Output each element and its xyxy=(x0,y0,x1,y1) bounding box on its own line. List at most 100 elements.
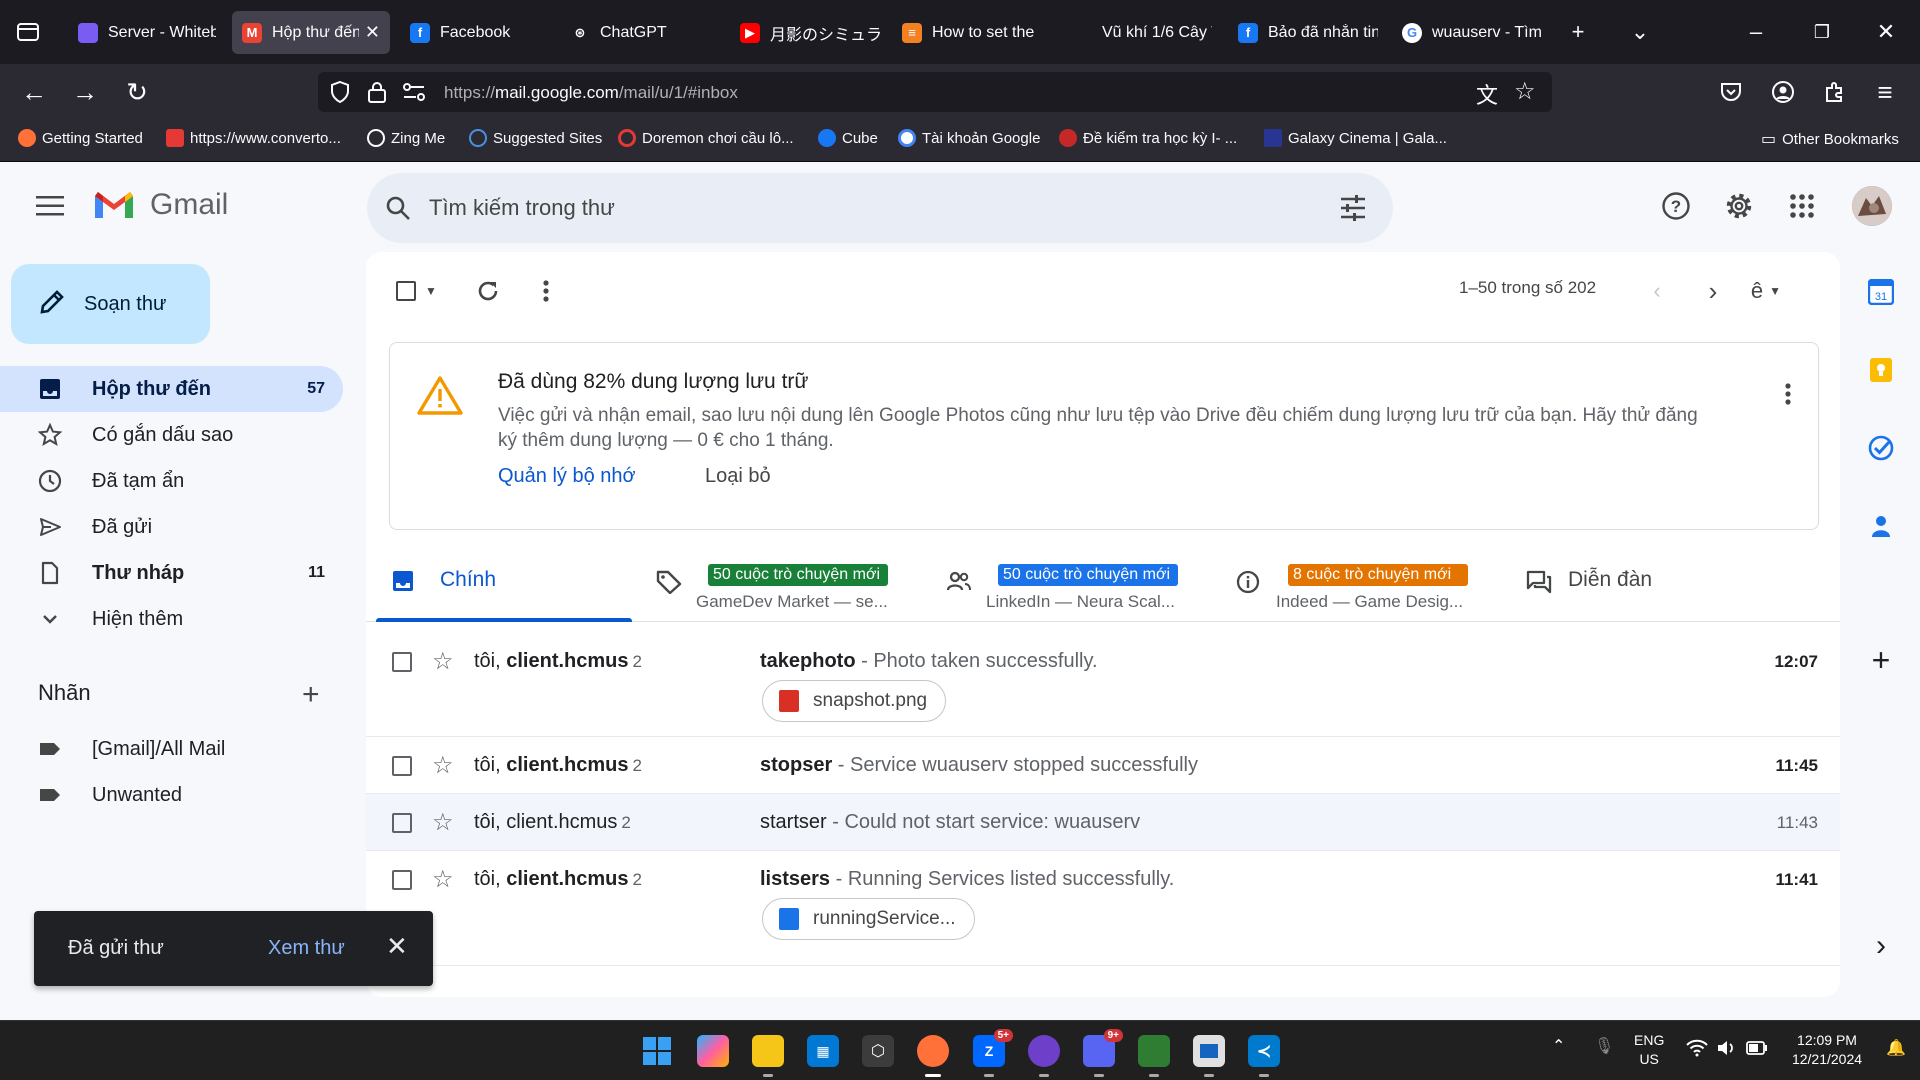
star-icon[interactable]: ☆ xyxy=(432,650,454,674)
nav-more[interactable]: Hiện thêm xyxy=(0,596,343,642)
close-tab-icon[interactable]: ✕ xyxy=(365,22,380,43)
manage-storage-link[interactable]: Quản lý bộ nhớ xyxy=(498,465,636,488)
tab-list-icon[interactable] xyxy=(14,18,42,46)
calendar-icon[interactable]: 31 xyxy=(1867,278,1895,306)
help-icon[interactable]: ? xyxy=(1658,188,1694,224)
back-icon[interactable]: ← xyxy=(18,76,50,108)
search-bar[interactable]: Tìm kiếm trong thư xyxy=(367,173,1393,243)
nav-starred[interactable]: Có gắn dấu sao xyxy=(0,412,343,458)
discord-icon[interactable]: 9+ xyxy=(1083,1029,1123,1077)
main-menu-icon[interactable] xyxy=(36,196,64,216)
store-icon[interactable]: ▦ xyxy=(807,1035,839,1067)
reload-icon[interactable]: ↻ xyxy=(121,76,153,108)
browser-tab[interactable]: f Bảo đã nhắn tin xyxy=(1228,11,1388,54)
notifications-icon[interactable]: 🔔 xyxy=(1886,1039,1906,1058)
bookmark-de-kiem-tra[interactable]: Đề kiểm tra học kỳ I- ... xyxy=(1059,129,1237,147)
browser-tab[interactable]: ≡ How to set the xyxy=(892,11,1052,54)
firefox-icon[interactable] xyxy=(917,1035,949,1077)
file-explorer-icon[interactable] xyxy=(752,1035,784,1077)
account-icon[interactable] xyxy=(1767,76,1799,108)
table-row[interactable]: ☆ tôi, client.hcmus 2 listsers - Running Se… xyxy=(366,851,1840,966)
view-message-button[interactable]: Xem thư xyxy=(268,937,345,960)
copilot-icon[interactable] xyxy=(697,1035,729,1067)
browser-tab[interactable]: M Hộp thư đến ✕ xyxy=(232,11,390,54)
table-row[interactable]: ☆ tôi, client.hcmus 2 stopser - Service wua… xyxy=(366,737,1840,794)
tab-dropdown-icon[interactable]: ⌄ xyxy=(1624,16,1656,48)
dismiss-link[interactable]: Loại bỏ xyxy=(705,465,771,488)
gmail-logo[interactable]: Gmail xyxy=(92,188,228,222)
banner-more-icon[interactable] xyxy=(1785,383,1791,410)
language-indicator[interactable]: ENG US xyxy=(1634,1031,1664,1069)
minimize-icon[interactable]: – xyxy=(1740,16,1772,48)
settings-gear-icon[interactable] xyxy=(1721,188,1757,224)
tab-promotions[interactable]: 50 cuộc trò chuyện mới GameDev Market — … xyxy=(642,542,932,622)
table-row[interactable]: ☆ tôi, client.hcmus 2 startser - Could not … xyxy=(366,794,1840,851)
pocket-icon[interactable] xyxy=(1715,76,1747,108)
prev-page-icon[interactable]: ‹ xyxy=(1642,276,1672,306)
tray-overflow-icon[interactable]: ⌃ xyxy=(1552,1037,1565,1056)
shield-icon[interactable] xyxy=(328,80,352,109)
start-icon[interactable] xyxy=(641,1035,673,1067)
input-tools-icon[interactable]: ê ▼ xyxy=(1738,276,1794,306)
bookmark-zing-me[interactable]: Zing Me xyxy=(367,129,445,147)
attachment-chip[interactable]: snapshot.png xyxy=(762,680,947,722)
star-icon[interactable]: ☆ xyxy=(432,811,454,835)
tab-primary[interactable]: Chính xyxy=(366,542,642,622)
label-unwanted[interactable]: Unwanted xyxy=(0,772,343,818)
nav-snoozed[interactable]: Đã tạm ẩn xyxy=(0,458,343,504)
browser-tab[interactable]: ⊛ ChatGPT xyxy=(560,11,720,54)
table-row[interactable] xyxy=(366,980,1840,997)
bookmark-cube[interactable]: Cube xyxy=(818,129,878,147)
compose-button[interactable]: Soạn thư xyxy=(11,264,210,344)
row-checkbox[interactable] xyxy=(392,652,412,672)
browser-tab[interactable]: Server - Whiteb xyxy=(68,11,226,54)
tab-forums[interactable]: Diễn đàn xyxy=(1512,542,1802,622)
star-icon[interactable]: ☆ xyxy=(432,754,454,778)
refresh-icon[interactable] xyxy=(473,276,503,306)
restore-icon[interactable]: ❐ xyxy=(1806,16,1838,48)
url-text[interactable]: https://mail.google.com/mail/u/1/#inbox xyxy=(444,83,738,103)
url-bar[interactable]: https://mail.google.com/mail/u/1/#inbox … xyxy=(318,72,1552,112)
get-addons-icon[interactable]: + xyxy=(1867,642,1895,678)
permissions-icon[interactable] xyxy=(402,81,426,108)
show-side-panel-icon[interactable]: › xyxy=(1867,929,1895,962)
battery-icon[interactable] xyxy=(1746,1041,1768,1060)
clock[interactable]: 12:09 PM 12/21/2024 xyxy=(1782,1031,1872,1069)
star-icon[interactable]: ☆ xyxy=(432,868,454,892)
close-window-icon[interactable]: ✕ xyxy=(1870,16,1902,48)
select-all-checkbox[interactable] xyxy=(391,276,421,306)
apps-grid-icon[interactable] xyxy=(1784,188,1820,224)
tasks-icon[interactable] xyxy=(1867,434,1895,462)
new-tab-button[interactable]: + xyxy=(1562,16,1594,48)
next-page-icon[interactable]: › xyxy=(1698,276,1728,306)
bookmark-converto[interactable]: https://www.converto... xyxy=(166,129,341,147)
row-checkbox[interactable] xyxy=(392,756,412,776)
browser-tab[interactable]: Vũ khí 1/6 Cây Thước xyxy=(1062,11,1222,54)
other-bookmarks[interactable]: ▭ Other Bookmarks xyxy=(1761,129,1899,149)
more-options-icon[interactable] xyxy=(531,276,561,306)
volume-icon[interactable] xyxy=(1716,1039,1736,1062)
unity-icon[interactable]: ⬡ xyxy=(862,1035,894,1067)
search-input[interactable]: Tìm kiếm trong thư xyxy=(429,195,615,221)
row-checkbox[interactable] xyxy=(392,813,412,833)
nav-sent[interactable]: Đã gửi xyxy=(0,504,343,550)
nav-inbox[interactable]: Hộp thư đến 57 xyxy=(0,366,343,412)
bookmark-star-icon[interactable]: ☆ xyxy=(1514,77,1536,106)
keep-icon[interactable] xyxy=(1867,356,1895,384)
microphone-icon[interactable]: 🎙 xyxy=(1594,1037,1614,1056)
toast-close-icon[interactable]: ✕ xyxy=(386,933,408,959)
search-icon[interactable] xyxy=(385,195,411,226)
menu-icon[interactable]: ≡ xyxy=(1869,76,1901,108)
create-label-icon[interactable]: + xyxy=(302,680,320,710)
browser-tab[interactable]: ▶ 月影のシミュラ xyxy=(730,11,890,54)
table-row[interactable]: ☆ tôi, client.hcmus 2 takephoto - Photo tak… xyxy=(366,622,1840,737)
label-all-mail[interactable]: [Gmail]/All Mail xyxy=(0,726,343,772)
bookmark-google-account[interactable]: Tài khoản Google xyxy=(898,129,1040,147)
forward-icon[interactable]: → xyxy=(69,76,101,108)
tab-social[interactable]: 50 cuộc trò chuyện mới LinkedIn — Neura … xyxy=(932,542,1222,622)
wifi-icon[interactable] xyxy=(1686,1039,1708,1062)
select-dropdown-icon[interactable]: ▼ xyxy=(422,276,440,306)
tab-updates[interactable]: 8 cuộc trò chuyện mới Indeed — Game Desi… xyxy=(1222,542,1512,622)
github-icon[interactable] xyxy=(1028,1035,1060,1077)
zalo-icon[interactable]: Z 5+ xyxy=(973,1029,1013,1077)
